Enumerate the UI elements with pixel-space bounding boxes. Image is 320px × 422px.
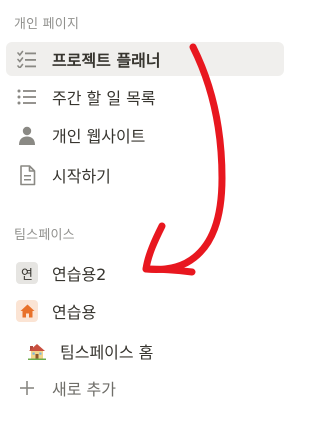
sidebar-item-getting-started[interactable]: 시작하기 bbox=[6, 158, 284, 192]
person-icon bbox=[16, 124, 38, 146]
sidebar-item-label: 연습용 bbox=[52, 303, 97, 322]
checklist-icon bbox=[16, 48, 38, 70]
home-emoji-icon bbox=[26, 340, 48, 362]
house-badge-icon bbox=[16, 300, 38, 322]
sidebar-item-label: 주간 할 일 목록 bbox=[52, 89, 156, 108]
sidebar-item-weekly-todo[interactable]: 주간 할 일 목록 bbox=[6, 80, 284, 114]
sidebar-item-teamspace-home[interactable]: 팀스페이스 홈 bbox=[22, 334, 284, 368]
sidebar-add-new-button[interactable]: 새로 추가 bbox=[6, 371, 284, 405]
document-icon bbox=[16, 164, 38, 186]
teamspace-section-title: 팀스페이스 bbox=[14, 228, 75, 243]
sidebar-item-label: 프로젝트 플래너 bbox=[52, 51, 161, 70]
sidebar-item-personal-website[interactable]: 개인 웹사이트 bbox=[6, 118, 284, 152]
plus-icon bbox=[16, 377, 38, 399]
teamspace-initial-badge: 연 bbox=[16, 262, 38, 284]
bullet-list-icon bbox=[16, 86, 38, 108]
sidebar-item-label: 연습용2 bbox=[52, 265, 107, 284]
sidebar-item-label: 개인 웹사이트 bbox=[52, 127, 146, 146]
sidebar-item-practice[interactable]: 연습용 bbox=[6, 294, 284, 328]
sidebar-item-label: 시작하기 bbox=[52, 167, 111, 186]
teamspace-initial-badge-icon: 연 bbox=[16, 262, 38, 284]
sidebar-item-label: 새로 추가 bbox=[52, 380, 116, 399]
sidebar-item-project-planner[interactable]: 프로젝트 플래너 bbox=[6, 42, 284, 76]
sidebar-item-practice2[interactable]: 연 연습용2 bbox=[6, 256, 284, 290]
personal-section-title: 개인 페이지 bbox=[14, 17, 80, 32]
sidebar-item-label: 팀스페이스 홈 bbox=[60, 343, 154, 362]
